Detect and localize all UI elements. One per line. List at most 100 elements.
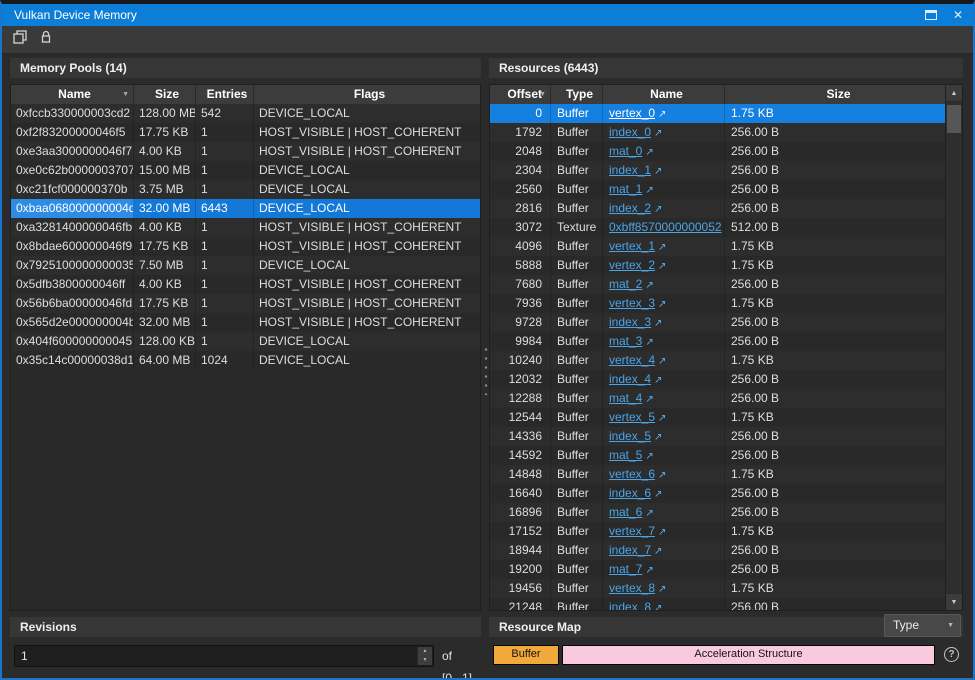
resource-row[interactable]: 18944Bufferindex_7↗256.00 B (490, 541, 946, 560)
resource-row[interactable]: 3072Texture0xbff8570000000052↗512.00 B (490, 218, 946, 237)
resource-name-link[interactable]: index_4 (609, 372, 651, 386)
resource-row[interactable]: 19456Buffervertex_8↗1.75 KB (490, 579, 946, 598)
column-header-offset[interactable]: Offset ▼ (490, 85, 551, 104)
memory-pool-row[interactable]: 0x404f600000000045128.00 KB1DEVICE_LOCAL (11, 332, 480, 351)
goto-resource-icon[interactable]: ↗ (654, 489, 662, 500)
resource-name-link[interactable]: index_3 (609, 315, 651, 329)
resource-row[interactable]: 17152Buffervertex_7↗1.75 KB (490, 522, 946, 541)
goto-resource-icon[interactable]: ↗ (654, 546, 662, 557)
titlebar[interactable]: Vulkan Device Memory ✕ (2, 4, 973, 26)
column-header-name[interactable]: Name ▼ (11, 85, 134, 104)
scroll-down-icon[interactable]: ▼ (946, 593, 962, 610)
resource-name-link[interactable]: vertex_3 (609, 296, 655, 310)
resource-name-link[interactable]: vertex_2 (609, 258, 655, 272)
memory-pool-row[interactable]: 0x8bdae600000046f917.75 KB1HOST_VISIBLE … (11, 237, 480, 256)
resource-row[interactable]: 9984Buffermat_3↗256.00 B (490, 332, 946, 351)
column-header-flags[interactable]: Flags (254, 85, 480, 104)
resource-name-link[interactable]: index_6 (609, 486, 651, 500)
resource-row[interactable]: 21248Bufferindex_8↗256.00 B (490, 598, 946, 611)
goto-resource-icon[interactable]: ↗ (658, 527, 666, 538)
resource-row[interactable]: 10240Buffervertex_4↗1.75 KB (490, 351, 946, 370)
goto-resource-icon[interactable]: ↗ (658, 242, 666, 253)
resource-name-link[interactable]: mat_2 (609, 277, 642, 291)
resource-name-link[interactable]: index_1 (609, 163, 651, 177)
goto-resource-icon[interactable]: ↗ (645, 451, 653, 462)
resource-row[interactable]: 7936Buffervertex_3↗1.75 KB (490, 294, 946, 313)
resource-name-link[interactable]: index_5 (609, 429, 651, 443)
resource-name-link[interactable]: mat_5 (609, 448, 642, 462)
column-header-ressize[interactable]: Size (725, 85, 946, 104)
resource-row[interactable]: 12032Bufferindex_4↗256.00 B (490, 370, 946, 389)
resource-row[interactable]: 4096Buffervertex_1↗1.75 KB (490, 237, 946, 256)
goto-resource-icon[interactable]: ↗ (654, 318, 662, 329)
resource-row[interactable]: 2816Bufferindex_2↗256.00 B (490, 199, 946, 218)
resource-row[interactable]: 1792Bufferindex_0↗256.00 B (490, 123, 946, 142)
column-header-resname[interactable]: Name (603, 85, 725, 104)
goto-resource-icon[interactable]: ↗ (645, 337, 653, 348)
resource-row[interactable]: 16896Buffermat_6↗256.00 B (490, 503, 946, 522)
resource-row[interactable]: 14848Buffervertex_6↗1.75 KB (490, 465, 946, 484)
lock-button[interactable] (36, 30, 56, 50)
goto-resource-icon[interactable]: ↗ (658, 261, 666, 272)
goto-resource-icon[interactable]: ↗ (658, 413, 666, 424)
goto-resource-icon[interactable]: ↗ (654, 204, 662, 215)
resource-name-link[interactable]: mat_4 (609, 391, 642, 405)
goto-resource-icon[interactable]: ↗ (645, 147, 653, 158)
resource-name-link[interactable]: vertex_0 (609, 106, 655, 120)
column-header-size[interactable]: Size (134, 85, 196, 104)
restore-window-icon[interactable] (925, 10, 937, 20)
spin-down-icon[interactable]: ▼ (417, 656, 432, 665)
goto-resource-icon[interactable]: ↗ (654, 166, 662, 177)
help-icon[interactable]: ? (944, 647, 959, 662)
resource-row[interactable]: 5888Buffervertex_2↗1.75 KB (490, 256, 946, 275)
spin-up-icon[interactable]: ▲ (417, 647, 432, 656)
resource-row[interactable]: 2048Buffermat_0↗256.00 B (490, 142, 946, 161)
memory-pool-row[interactable]: 0xa3281400000046fb4.00 KB1HOST_VISIBLE |… (11, 218, 480, 237)
resource-row[interactable]: 2560Buffermat_1↗256.00 B (490, 180, 946, 199)
resource-row[interactable]: 12288Buffermat_4↗256.00 B (490, 389, 946, 408)
resource-row[interactable]: 14592Buffermat_5↗256.00 B (490, 446, 946, 465)
resource-name-link[interactable]: mat_0 (609, 144, 642, 158)
resource-name-link[interactable]: index_0 (609, 125, 651, 139)
resource-row[interactable]: 14336Bufferindex_5↗256.00 B (490, 427, 946, 446)
resource-row[interactable]: 19200Buffermat_7↗256.00 B (490, 560, 946, 579)
resource-name-link[interactable]: vertex_8 (609, 581, 655, 595)
goto-resource-icon[interactable]: ↗ (654, 128, 662, 139)
resource-name-link[interactable]: 0xbff8570000000052 (609, 220, 722, 234)
goto-resource-icon[interactable]: ↗ (645, 280, 653, 291)
memory-pool-row[interactable]: 0xfccb330000003cd2128.00 MB542DEVICE_LOC… (11, 104, 480, 123)
goto-resource-icon[interactable]: ↗ (645, 394, 653, 405)
goto-resource-icon[interactable]: ↗ (645, 565, 653, 576)
resource-name-link[interactable]: vertex_5 (609, 410, 655, 424)
resource-name-link[interactable]: mat_7 (609, 562, 642, 576)
goto-resource-icon[interactable]: ↗ (658, 299, 666, 310)
resource-name-link[interactable]: vertex_6 (609, 467, 655, 481)
revision-spinbox[interactable]: 1 ▲ ▼ (14, 645, 434, 667)
resource-name-link[interactable]: index_8 (609, 600, 651, 611)
map-filter-dropdown[interactable]: Type ▼ (884, 614, 961, 637)
goto-resource-icon[interactable]: ↗ (654, 375, 662, 386)
new-window-button[interactable] (10, 30, 30, 50)
column-header-type[interactable]: Type (551, 85, 603, 104)
resource-name-link[interactable]: mat_6 (609, 505, 642, 519)
resource-row[interactable]: 16640Bufferindex_6↗256.00 B (490, 484, 946, 503)
close-icon[interactable]: ✕ (953, 9, 963, 21)
goto-resource-icon[interactable]: ↗ (654, 432, 662, 443)
memory-pool-row[interactable]: 0xe0c62b000000370715.00 MB1DEVICE_LOCAL (11, 161, 480, 180)
resource-name-link[interactable]: index_7 (609, 543, 651, 557)
memory-pool-row[interactable]: 0x5dfb3800000046ff4.00 KB1HOST_VISIBLE |… (11, 275, 480, 294)
resources-scrollbar[interactable]: ▲ ▼ (945, 85, 962, 610)
memory-pool-row[interactable]: 0x56b6ba00000046fd17.75 KB1HOST_VISIBLE … (11, 294, 480, 313)
goto-resource-icon[interactable]: ↗ (645, 185, 653, 196)
goto-resource-icon[interactable]: ↗ (658, 109, 666, 120)
memory-pool-row[interactable]: 0x79251000000000357.50 MB1DEVICE_LOCAL (11, 256, 480, 275)
resource-map-segment[interactable]: Buffer (493, 645, 559, 665)
memory-pool-row[interactable]: 0xbaa068000000004d32.00 MB6443DEVICE_LOC… (11, 199, 480, 218)
panel-splitter-grip[interactable] (484, 345, 488, 395)
memory-pool-row[interactable]: 0xe3aa3000000046f74.00 KB1HOST_VISIBLE |… (11, 142, 480, 161)
resource-row[interactable]: 2304Bufferindex_1↗256.00 B (490, 161, 946, 180)
resource-name-link[interactable]: vertex_4 (609, 353, 655, 367)
scrollbar-thumb[interactable] (947, 105, 961, 133)
goto-resource-icon[interactable]: ↗ (645, 508, 653, 519)
resource-name-link[interactable]: mat_1 (609, 182, 642, 196)
